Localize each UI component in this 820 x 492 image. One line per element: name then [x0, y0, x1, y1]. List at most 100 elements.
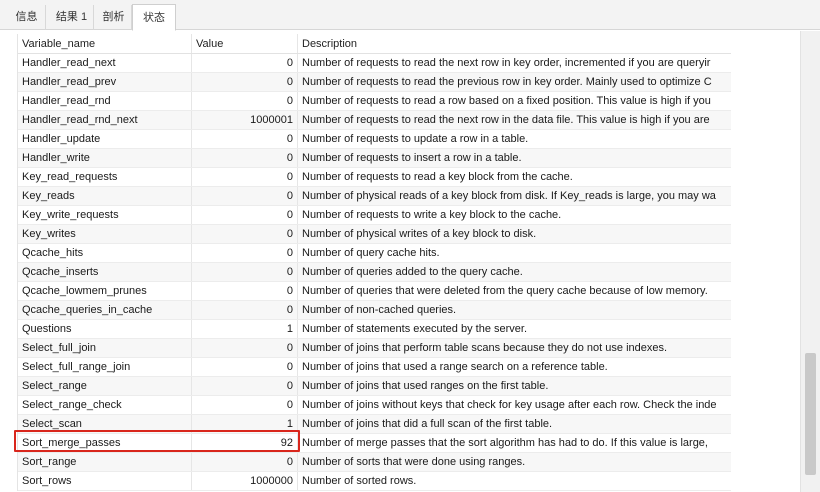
value-cell[interactable]: 0 [192, 244, 298, 262]
description-cell[interactable]: Number of requests to read a key block f… [298, 168, 732, 186]
value-cell[interactable]: 0 [192, 149, 298, 167]
description-cell[interactable]: Number of queries added to the query cac… [298, 263, 732, 281]
variable-name-cell[interactable]: Qcache_inserts [18, 263, 192, 281]
description-cell[interactable]: Number of requests to update a row in a … [298, 130, 732, 148]
value-cell[interactable]: 1000001 [192, 111, 298, 129]
column-header-description[interactable]: Description [298, 34, 732, 53]
table-row[interactable]: Handler_read_prev 0 Number of requests to … [18, 73, 731, 92]
tab-status[interactable]: 状态 [132, 4, 176, 31]
description-cell[interactable]: Number of non-cached queries. [298, 301, 732, 319]
value-cell[interactable]: 0 [192, 263, 298, 281]
tab-result-1[interactable]: 结果 1 [50, 5, 94, 30]
table-row[interactable]: Key_writes 0 Number of physical writes of … [18, 225, 731, 244]
variable-name-cell[interactable]: Key_write_requests [18, 206, 192, 224]
variable-name-cell[interactable]: Handler_write [18, 149, 192, 167]
description-cell[interactable]: Number of requests to read the next row … [298, 111, 732, 129]
description-cell[interactable]: Number of requests to write a key block … [298, 206, 732, 224]
value-cell[interactable]: 0 [192, 130, 298, 148]
value-cell[interactable]: 1 [192, 320, 298, 338]
table-row[interactable]: Sort_range 0 Number of sorts that were don… [18, 453, 731, 472]
column-header-value[interactable]: Value [192, 34, 298, 53]
value-cell[interactable]: 0 [192, 396, 298, 414]
variable-name-cell[interactable]: Select_range_check [18, 396, 192, 414]
table-row[interactable]: Select_scan 1 Number of joins that did a f… [18, 415, 731, 434]
description-cell[interactable]: Number of statements executed by the ser… [298, 320, 732, 338]
variable-name-cell[interactable]: Handler_read_prev [18, 73, 192, 91]
variable-name-cell[interactable]: Select_scan [18, 415, 192, 433]
value-cell[interactable]: 0 [192, 54, 298, 72]
tab-profile[interactable]: 剖析 [96, 5, 132, 30]
value-cell[interactable]: 0 [192, 377, 298, 395]
table-row[interactable]: Handler_read_next 0 Number of requests to … [18, 54, 731, 73]
table-row[interactable]: Select_range 0 Number of joins that used r… [18, 377, 731, 396]
description-cell[interactable]: Number of joins that did a full scan of … [298, 415, 732, 433]
value-cell[interactable]: 92 [192, 434, 298, 452]
variable-name-cell[interactable]: Select_full_range_join [18, 358, 192, 376]
tab-info[interactable]: 信息 [8, 5, 46, 30]
value-cell[interactable]: 0 [192, 453, 298, 471]
variable-name-cell[interactable]: Key_read_requests [18, 168, 192, 186]
table-row[interactable]: Sort_merge_passes 92 Number of merge passe… [18, 434, 731, 453]
description-cell[interactable]: Number of requests to read a row based o… [298, 92, 732, 110]
value-cell[interactable]: 0 [192, 339, 298, 357]
description-cell[interactable]: Number of physical reads of a key block … [298, 187, 732, 205]
value-cell[interactable]: 0 [192, 73, 298, 91]
value-cell[interactable]: 0 [192, 168, 298, 186]
table-row[interactable]: Handler_update 0 Number of requests to upd… [18, 130, 731, 149]
description-cell[interactable]: Number of joins without keys that check … [298, 396, 732, 414]
description-cell[interactable]: Number of requests to insert a row in a … [298, 149, 732, 167]
description-cell[interactable]: Number of joins that used ranges on the … [298, 377, 732, 395]
table-row[interactable]: Qcache_hits 0 Number of query cache hits. [18, 244, 731, 263]
description-cell[interactable]: Number of physical writes of a key block… [298, 225, 732, 243]
description-cell[interactable]: Number of queries that were deleted from… [298, 282, 732, 300]
table-row[interactable]: Key_reads 0 Number of physical reads of a … [18, 187, 731, 206]
description-cell[interactable]: Number of joins that perform table scans… [298, 339, 732, 357]
table-row[interactable]: Key_read_requests 0 Number of requests to … [18, 168, 731, 187]
column-header-variable-name[interactable]: Variable_name [18, 34, 192, 53]
value-cell[interactable]: 1000000 [192, 472, 298, 490]
table-row[interactable]: Qcache_queries_in_cache 0 Number of non-ca… [18, 301, 731, 320]
table-row[interactable]: Handler_write 0 Number of requests to inse… [18, 149, 731, 168]
description-cell[interactable]: Number of joins that used a range search… [298, 358, 732, 376]
description-cell[interactable]: Number of sorts that were done using ran… [298, 453, 732, 471]
value-cell[interactable]: 0 [192, 92, 298, 110]
value-cell[interactable]: 0 [192, 301, 298, 319]
variable-name-cell[interactable]: Handler_read_next [18, 54, 192, 72]
variable-name-cell[interactable]: Select_full_join [18, 339, 192, 357]
variable-name-cell[interactable]: Key_reads [18, 187, 192, 205]
table-row[interactable]: Qcache_lowmem_prunes 0 Number of queries t… [18, 282, 731, 301]
description-cell[interactable]: Number of sorted rows. [298, 472, 732, 490]
variable-name-cell[interactable]: Sort_merge_passes [18, 434, 192, 452]
value-cell[interactable]: 0 [192, 225, 298, 243]
variable-name-cell[interactable]: Qcache_lowmem_prunes [18, 282, 192, 300]
variable-name-cell[interactable]: Qcache_hits [18, 244, 192, 262]
description-cell[interactable]: Number of requests to read the previous … [298, 73, 732, 91]
value-cell[interactable]: 0 [192, 206, 298, 224]
variable-name-cell[interactable]: Key_writes [18, 225, 192, 243]
value-cell[interactable]: 0 [192, 187, 298, 205]
variable-name-cell[interactable]: Qcache_queries_in_cache [18, 301, 192, 319]
variable-name-cell[interactable]: Handler_update [18, 130, 192, 148]
variable-name-cell[interactable]: Handler_read_rnd [18, 92, 192, 110]
description-cell[interactable]: Number of requests to read the next row … [298, 54, 732, 72]
variable-name-cell[interactable]: Sort_rows [18, 472, 192, 490]
value-cell[interactable]: 0 [192, 358, 298, 376]
description-cell[interactable]: Number of merge passes that the sort alg… [298, 434, 732, 452]
table-row[interactable]: Questions 1 Number of statements executed … [18, 320, 731, 339]
scrollbar-thumb[interactable] [805, 353, 816, 475]
table-row[interactable]: Handler_read_rnd_next 1000001 Number of re… [18, 111, 731, 130]
value-cell[interactable]: 1 [192, 415, 298, 433]
table-row[interactable]: Select_range_check 0 Number of joins witho… [18, 396, 731, 415]
table-row[interactable]: Sort_rows 1000000 Number of sorted rows. [18, 472, 731, 491]
table-row[interactable]: Select_full_range_join 0 Number of joins t… [18, 358, 731, 377]
variable-name-cell[interactable]: Sort_range [18, 453, 192, 471]
description-cell[interactable]: Number of query cache hits. [298, 244, 732, 262]
table-row[interactable]: Key_write_requests 0 Number of requests to… [18, 206, 731, 225]
variable-name-cell[interactable]: Handler_read_rnd_next [18, 111, 192, 129]
table-row[interactable]: Handler_read_rnd 0 Number of requests to r… [18, 92, 731, 111]
variable-name-cell[interactable]: Select_range [18, 377, 192, 395]
table-row[interactable]: Qcache_inserts 0 Number of queries added t… [18, 263, 731, 282]
table-row[interactable]: Select_full_join 0 Number of joins that pe… [18, 339, 731, 358]
variable-name-cell[interactable]: Questions [18, 320, 192, 338]
vertical-scrollbar[interactable] [800, 31, 820, 492]
